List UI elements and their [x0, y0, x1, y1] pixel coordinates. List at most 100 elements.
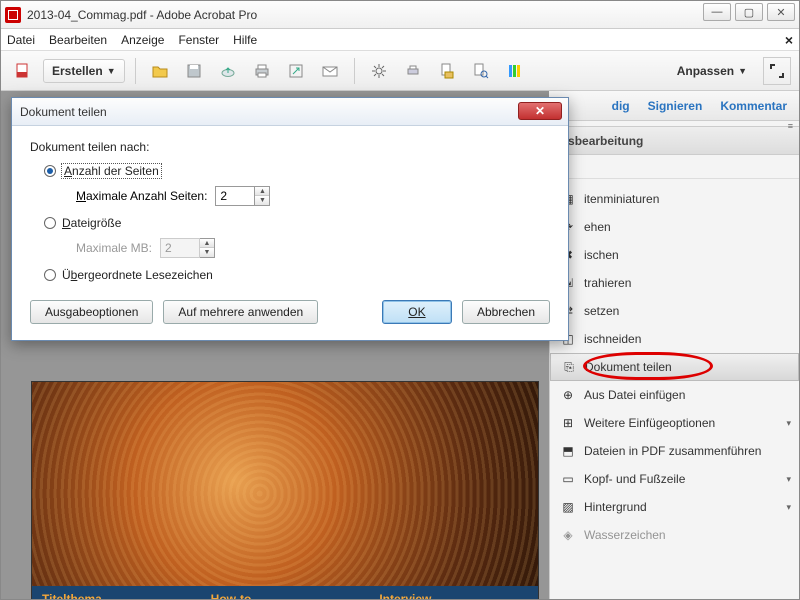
list-item-label: trahieren [584, 276, 631, 290]
menu-bearbeiten[interactable]: Bearbeiten [49, 33, 107, 47]
panel-header-label: sbearbeitung [568, 134, 643, 148]
footer-col2-head: How-to [211, 592, 360, 599]
maximize-button[interactable]: ▢ [735, 3, 763, 21]
tool-kopf-fusszeile[interactable]: ▭Kopf- und Fußzeile▾ [550, 465, 799, 493]
chevron-down-icon: ▼ [107, 66, 116, 76]
menu-anzeige[interactable]: Anzeige [121, 33, 164, 47]
gear-icon[interactable] [365, 57, 393, 85]
customize-button[interactable]: Anpassen ▼ [677, 64, 747, 78]
page-props-icon[interactable] [433, 57, 461, 85]
tool-zuschneiden[interactable]: ◫ischneiden [550, 325, 799, 353]
dialog-close-button[interactable]: ✕ [518, 102, 562, 120]
radio-icon[interactable] [44, 269, 56, 281]
cloud-icon[interactable] [214, 57, 242, 85]
button-label: Abbrechen [477, 305, 535, 319]
list-item-label: Wasserzeichen [584, 528, 666, 542]
tool-hintergrund[interactable]: ▨Hintergrund▾ [550, 493, 799, 521]
menu-hilfe[interactable]: Hilfe [233, 33, 257, 47]
list-item-label: setzen [584, 304, 619, 318]
list-item-label: ischneiden [584, 332, 641, 346]
cancel-button[interactable]: Abbrechen [462, 300, 550, 324]
insert-file-icon: ⊕ [560, 387, 576, 403]
chevron-down-icon: ▾ [786, 474, 791, 485]
radio-anzahl-seiten[interactable]: Anzahl der Seiten [44, 164, 550, 178]
tool-wasserzeichen[interactable]: ◈ Wasserzeichen [550, 521, 799, 549]
button-label: Ausgabeoptionen [45, 305, 138, 319]
print-icon[interactable] [248, 57, 276, 85]
footer-col1-head: Titelthema [42, 592, 191, 599]
color-bars-icon[interactable] [501, 57, 529, 85]
radio-icon[interactable] [44, 217, 56, 229]
max-mb-input [160, 238, 200, 258]
dialog-title: Dokument teilen [20, 105, 107, 119]
tool-weitere-einfuegeoptionen[interactable]: ⊞ Weitere Einfügeoptionen ▾ [550, 409, 799, 437]
tool-dokument-teilen[interactable]: ⎘ Dokument teilen [550, 353, 799, 381]
list-item-label: Dokument teilen [585, 360, 672, 374]
tool-extrahieren[interactable]: ⇲trahieren [550, 269, 799, 297]
more-insert-icon: ⊞ [560, 415, 576, 431]
tool-ersetzen[interactable]: ⇄setzen [550, 297, 799, 325]
page-footer: TitelthemaWindows 8 und Sculpting in C4D… [32, 586, 538, 599]
tab-werkzeuge-partial[interactable]: dig [612, 99, 630, 113]
field-label: Maximale MB: [76, 241, 152, 255]
list-item-label: Hintergrund [584, 500, 647, 514]
find-icon[interactable] [467, 57, 495, 85]
doc-close-icon[interactable]: × [785, 32, 793, 48]
menu-fenster[interactable]: Fenster [178, 33, 219, 47]
menu-datei[interactable]: Datei [7, 33, 35, 47]
tools-panel: ≡ ▾ sbearbeitung ▦itenminiaturen ⟳ehen ✖… [549, 121, 799, 599]
tool-loeschen[interactable]: ✖ischen [550, 241, 799, 269]
menu-bar: Datei Bearbeiten Anzeige Fenster Hilfe × [1, 29, 799, 51]
split-icon: ⎘ [561, 359, 577, 375]
field-label: Maximale Anzahl Seiten: [76, 189, 207, 203]
panel-header[interactable]: ▾ sbearbeitung [550, 127, 799, 155]
tool-dateien-zusammenfuehren[interactable]: ⬒Dateien in PDF zusammenführen [550, 437, 799, 465]
radio-label: Dateigröße [62, 216, 121, 230]
create-pdf-icon[interactable] [9, 57, 37, 85]
max-pages-input[interactable] [215, 186, 255, 206]
tab-signieren[interactable]: Signieren [648, 99, 703, 113]
tool-seitenminiaturen[interactable]: ▦itenminiaturen [550, 185, 799, 213]
list-item-label: itenminiaturen [584, 192, 659, 206]
list-item-label: Dateien in PDF zusammenführen [584, 444, 761, 458]
radio-dateigroesse[interactable]: Dateigröße [44, 216, 550, 230]
create-button[interactable]: Erstellen ▼ [43, 59, 125, 83]
radio-lesezeichen[interactable]: Übergeordnete Lesezeichen [44, 268, 550, 282]
max-pages-spinner[interactable]: ▲▼ [215, 186, 270, 206]
open-icon[interactable] [146, 57, 174, 85]
max-mb-field: Maximale MB: ▲▼ [76, 238, 550, 258]
print-small-icon[interactable] [399, 57, 427, 85]
group-label: Dokument teilen nach: [30, 140, 550, 154]
button-label: Auf mehrere anwenden [178, 305, 303, 319]
split-document-dialog: Dokument teilen ✕ Dokument teilen nach: … [11, 97, 569, 341]
radio-label: Anzahl der Seiten [62, 164, 161, 178]
customize-label: Anpassen [677, 64, 734, 78]
spin-up-icon[interactable]: ▲ [255, 187, 269, 196]
output-options-button[interactable]: Ausgabeoptionen [30, 300, 153, 324]
side-tabs: dig Signieren Kommentar [549, 91, 799, 121]
mail-icon[interactable] [316, 57, 344, 85]
tab-kommentar[interactable]: Kommentar [720, 99, 787, 113]
list-item-label: Weitere Einfügeoptionen [584, 416, 715, 430]
dialog-titlebar[interactable]: Dokument teilen ✕ [12, 98, 568, 126]
fullscreen-icon[interactable] [763, 57, 791, 85]
radio-icon[interactable] [44, 165, 56, 177]
tool-drehen[interactable]: ⟳ehen [550, 213, 799, 241]
chevron-down-icon: ▾ [786, 418, 791, 429]
save-icon[interactable] [180, 57, 208, 85]
spin-down-icon[interactable]: ▼ [255, 196, 269, 205]
footer-col3-head: Interview [379, 592, 528, 599]
header-footer-icon: ▭ [560, 471, 576, 487]
ok-button[interactable]: OK [382, 300, 452, 324]
window-titlebar: 2013-04_Commag.pdf - Adobe Acrobat Pro —… [1, 1, 799, 29]
list-item-label: ehen [584, 220, 611, 234]
apply-multiple-button[interactable]: Auf mehrere anwenden [163, 300, 318, 324]
radio-label: Übergeordnete Lesezeichen [62, 268, 213, 282]
close-button[interactable]: ✕ [767, 3, 795, 21]
app-icon [5, 7, 21, 23]
tool-aus-datei-einfuegen[interactable]: ⊕Aus Datei einfügen [550, 381, 799, 409]
pdf-page-preview: TitelthemaWindows 8 und Sculpting in C4D… [31, 381, 539, 599]
share-icon[interactable] [282, 57, 310, 85]
watermark-icon: ◈ [560, 527, 576, 543]
minimize-button[interactable]: — [703, 3, 731, 21]
